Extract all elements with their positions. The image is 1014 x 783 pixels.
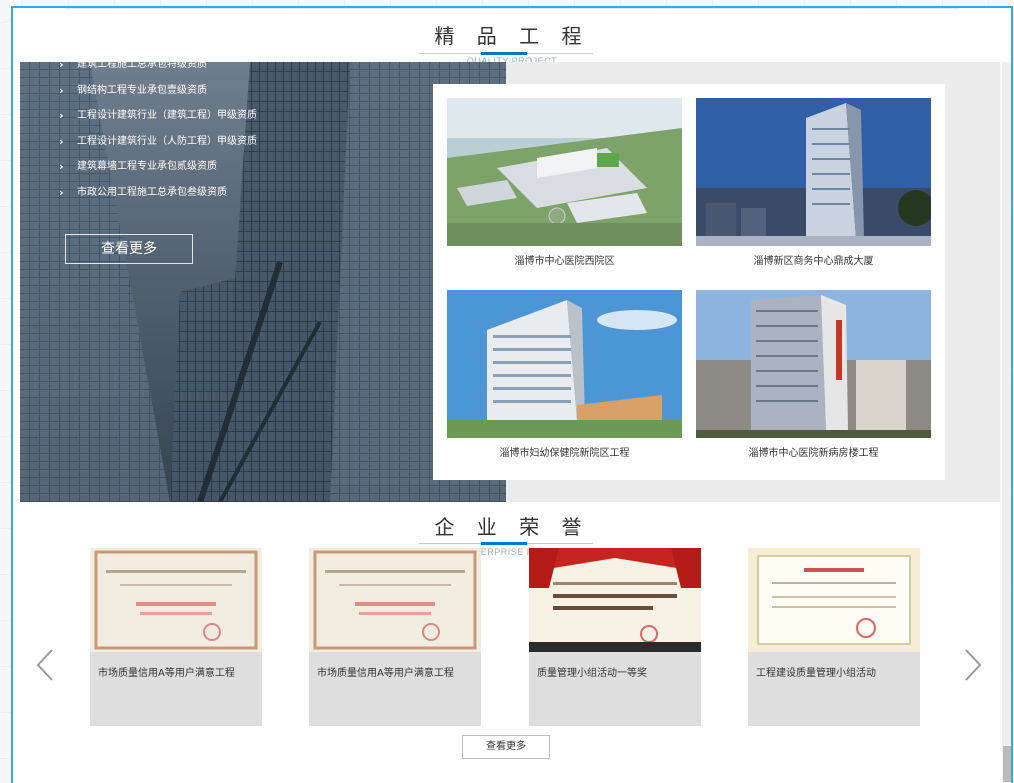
honor-caption[interactable]: 工程建设质量管理小组活动 [756,664,876,679]
carousel-next-button[interactable] [963,648,983,682]
chevron-right-icon: › [59,109,64,123]
scrollbar-thumb[interactable] [1003,746,1011,782]
qualification-text: 市政公用工程施工总承包叁级资质 [77,186,227,198]
chevron-left-icon[interactable] [35,648,55,682]
qualification-item: › 建筑工程施工总承包特级资质 [59,58,257,84]
honor-card[interactable]: 工程建设质量管理小组活动 [748,548,920,726]
honor-caption[interactable]: 质量管理小组活动一等奖 [537,664,647,679]
quality-title-zh: 精 品 工 程 [434,24,590,48]
project-image-business-tower[interactable] [696,98,931,246]
honor-title-accent [481,542,527,545]
qualification-list: › 建筑工程施工总承包特级资质 › 钢结构工程专业承包壹级资质 › 工程设计建筑行业（… [59,58,257,212]
chevron-right-icon: › [59,83,64,97]
chevron-right-icon: › [59,185,64,199]
qualification-item: › 钢结构工程专业承包壹级资质 [59,84,257,110]
project-caption[interactable]: 淄博市妇幼保健院新院区工程 [447,444,682,459]
project-card[interactable]: 淄博市中心医院西院区 [447,98,682,280]
quality-more-button[interactable]: 查看更多 [65,234,193,264]
honor-card[interactable]: 质量管理小组活动一等奖 [529,548,701,726]
vertical-scrollbar[interactable] [1002,62,1011,783]
qualification-item: › 工程设计建筑行业（人防工程）甲级资质 [59,135,257,161]
project-image-maternity-hospital[interactable] [447,290,682,438]
project-image-ward-building[interactable] [696,290,931,438]
chevron-right-icon: › [59,134,64,148]
honor-caption[interactable]: 市场质量信用A等用户满意工程 [317,664,454,679]
qualification-item: › 市政公用工程施工总承包叁级资质 [59,186,257,212]
honor-card[interactable]: 市场质量信用A等用户满意工程 [309,548,481,726]
qualification-item: › 工程设计建筑行业（建筑工程）甲级资质 [59,109,257,135]
project-card[interactable]: 淄博新区商务中心鼎成大厦 [696,98,931,280]
project-card[interactable]: 淄博市中心医院新病房楼工程 [696,290,931,472]
honor-more-button[interactable]: 查看更多 [462,735,550,759]
honor-card[interactable]: 市场质量信用A等用户满意工程 [90,548,262,726]
project-card[interactable]: 淄博市妇幼保健院新院区工程 [447,290,682,472]
projects-panel: 淄博市中心医院西院区 淄博新区商务中心鼎成大厦 淄博市妇幼保健院新院区工程 淄博… [433,84,945,480]
chevron-right-icon: › [59,58,64,71]
qualification-text: 钢结构工程专业承包壹级资质 [77,84,207,96]
qualification-text: 工程设计建筑行业（人防工程）甲级资质 [77,135,257,147]
content-frame: 精 品 工 程 QUALITY PROJECT › 建筑工程施工总承包特级资质 … [11,6,1013,783]
honor-caption[interactable]: 市场质量信用A等用户满意工程 [98,664,235,679]
top-divider [65,8,959,9]
qualification-text: 工程设计建筑行业（建筑工程）甲级资质 [77,110,257,122]
certificate-image[interactable] [748,548,920,652]
qualification-item: › 建筑幕墙工程专业承包贰级资质 [59,160,257,186]
certificate-image[interactable] [529,548,701,652]
quality-title-accent [481,52,527,55]
project-caption[interactable]: 淄博市中心医院新病房楼工程 [696,444,931,459]
qualification-text: 建筑工程施工总承包特级资质 [77,59,207,70]
certificate-image[interactable] [90,548,262,652]
certificate-image[interactable] [309,548,481,652]
honor-title-zh: 企 业 荣 誉 [434,515,590,539]
project-image-hospital-west[interactable] [447,98,682,246]
carousel-prev-button[interactable] [35,648,55,682]
project-caption[interactable]: 淄博新区商务中心鼎成大厦 [696,252,931,267]
qualification-text: 建筑幕墙工程专业承包贰级资质 [77,161,217,173]
project-caption[interactable]: 淄博市中心医院西院区 [447,252,682,267]
chevron-right-icon: › [59,160,64,174]
chevron-right-icon[interactable] [963,648,983,682]
